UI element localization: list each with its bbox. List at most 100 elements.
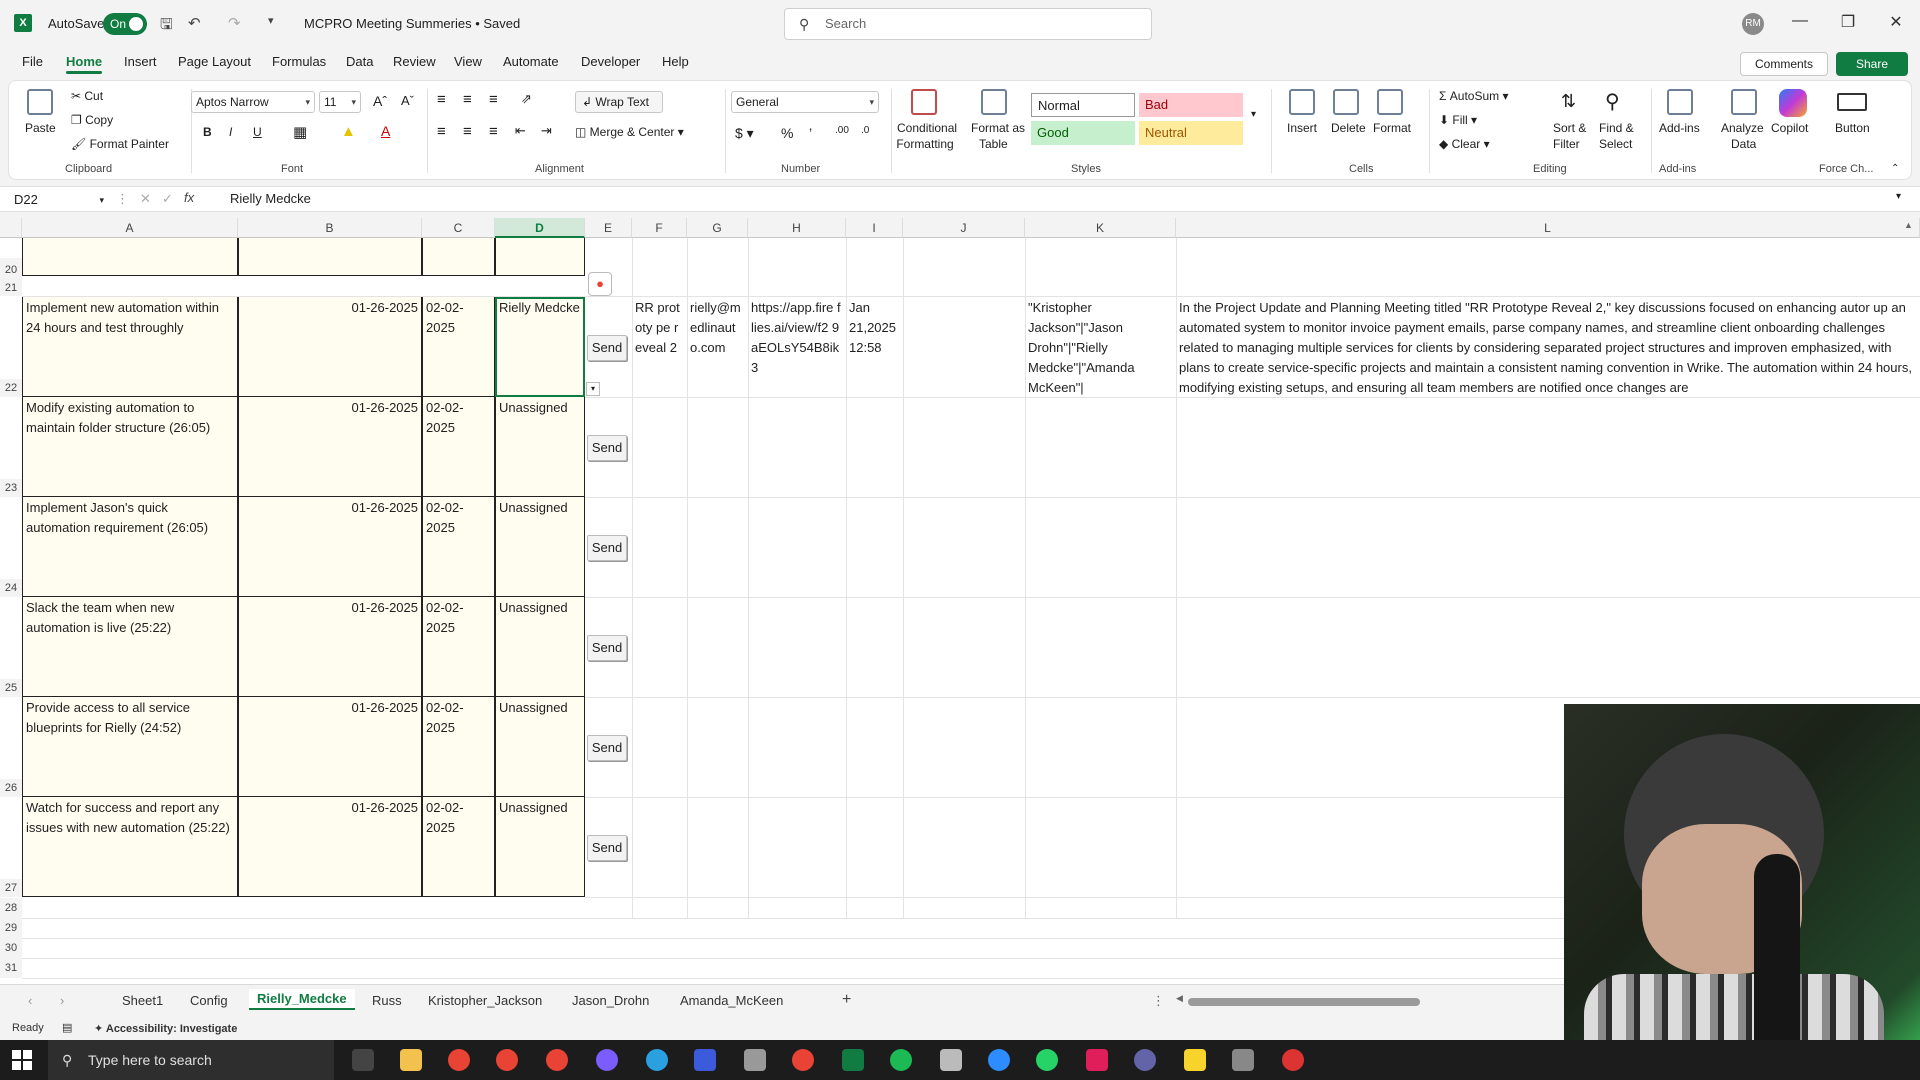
- format-cells-label[interactable]: Format: [1373, 121, 1411, 135]
- horizontal-scrollbar[interactable]: [1188, 998, 1420, 1006]
- obs-icon[interactable]: [1282, 1049, 1304, 1071]
- cell-c20[interactable]: [422, 238, 495, 276]
- find-select-label[interactable]: Find &: [1599, 121, 1634, 135]
- align-left-icon[interactable]: ≡: [437, 123, 446, 140]
- send-button[interactable]: Send: [587, 435, 627, 461]
- add-ins-icon[interactable]: [1667, 89, 1693, 115]
- number-format-select[interactable]: General ▾: [731, 91, 879, 113]
- sheet-tab-kristopher-jackson[interactable]: Kristopher_Jackson: [428, 993, 542, 1008]
- add-sheet-icon[interactable]: +: [842, 991, 851, 1009]
- task-description-cell[interactable]: Watch for success and report any issues …: [22, 797, 238, 897]
- send-button[interactable]: Send: [587, 635, 627, 661]
- grow-font-icon[interactable]: Aˆ: [373, 93, 387, 109]
- cell-d20[interactable]: [495, 238, 585, 276]
- taskbar-search[interactable]: ⚲ Type here to search: [48, 1040, 334, 1080]
- wrap-text-button[interactable]: ↲ Wrap Text: [575, 91, 663, 113]
- conditional-formatting-icon[interactable]: [911, 89, 937, 115]
- sheet-tab-amanda-mckeen[interactable]: Amanda_McKeen: [680, 993, 783, 1008]
- tab-help[interactable]: Help: [662, 54, 689, 69]
- conditional-formatting-label[interactable]: Conditional: [897, 121, 957, 135]
- whatsapp-icon[interactable]: [1036, 1049, 1058, 1071]
- align-middle-icon[interactable]: ≡: [463, 91, 472, 108]
- cell-g22[interactable]: rielly@m edlinaut o.com: [687, 297, 748, 397]
- app-icon-grey[interactable]: [1232, 1049, 1254, 1071]
- clear-button[interactable]: ◆ Clear ▾: [1439, 137, 1490, 151]
- tab-developer[interactable]: Developer: [581, 54, 640, 69]
- find-select-label-2[interactable]: Select: [1599, 137, 1632, 151]
- cell-i22[interactable]: Jan 21,2025 12:58: [846, 297, 903, 397]
- cell-h22[interactable]: https://app.fire flies.ai/view/f2 9aEOLs…: [748, 297, 846, 397]
- due-date-cell[interactable]: 02-02-2025: [422, 497, 495, 597]
- insert-cells-label[interactable]: Insert: [1287, 121, 1317, 135]
- excel-taskbar-icon[interactable]: [842, 1049, 864, 1071]
- owner-cell[interactable]: Unassigned: [495, 597, 585, 697]
- due-date-cell[interactable]: 02-02-2025: [422, 697, 495, 797]
- customize-qat-icon[interactable]: ▾: [268, 14, 274, 27]
- avatar[interactable]: RM: [1742, 13, 1764, 35]
- scroll-up-icon[interactable]: ▲: [1904, 220, 1913, 230]
- paste-icon[interactable]: [27, 89, 53, 115]
- cell-k22[interactable]: "Kristopher Jackson"|"Jason Drohn"|"Riel…: [1025, 297, 1176, 397]
- task-description-cell[interactable]: Implement Jason's quick automation requi…: [22, 497, 238, 597]
- cell-l22[interactable]: In the Project Update and Planning Meeti…: [1176, 297, 1920, 397]
- underline-icon[interactable]: U: [253, 125, 262, 139]
- cell-a20[interactable]: [22, 238, 238, 276]
- tab-view[interactable]: View: [454, 54, 482, 69]
- arc-icon[interactable]: [694, 1049, 716, 1071]
- calculator-icon[interactable]: [940, 1049, 962, 1071]
- font-size-select[interactable]: 11 ▾: [319, 91, 361, 113]
- style-neutral[interactable]: Neutral: [1139, 121, 1243, 145]
- task-view-icon[interactable]: [352, 1049, 374, 1071]
- task-description-cell[interactable]: Slack the team when new automation is li…: [22, 597, 238, 697]
- row-header-29[interactable]: 29: [0, 918, 22, 938]
- font-family-select[interactable]: Aptos Narrow ▾: [191, 91, 315, 113]
- sheet-tab-rielly-medcke[interactable]: Rielly_Medcke: [249, 989, 355, 1010]
- orientation-icon[interactable]: ⇗: [521, 91, 532, 107]
- due-date-cell[interactable]: 02-02-2025: [422, 297, 495, 397]
- delete-cells-icon[interactable]: [1333, 89, 1359, 115]
- send-button[interactable]: Send: [587, 535, 627, 561]
- tab-data[interactable]: Data: [346, 54, 373, 69]
- tab-automate[interactable]: Automate: [503, 54, 559, 69]
- copilot-icon[interactable]: [1779, 89, 1807, 117]
- autosave-toggle[interactable]: On: [103, 13, 147, 35]
- delete-cells-label[interactable]: Delete: [1331, 121, 1366, 135]
- owner-cell[interactable]: Rielly Medcke: [495, 297, 585, 397]
- spotify-icon[interactable]: [890, 1049, 912, 1071]
- sheet-tab-sheet1[interactable]: Sheet1: [122, 993, 163, 1008]
- zoom-icon[interactable]: [988, 1049, 1010, 1071]
- formula-bar-options-icon[interactable]: ⋮: [116, 191, 129, 207]
- currency-icon[interactable]: $ ▾: [735, 125, 754, 142]
- increase-decimal-icon[interactable]: .00: [835, 125, 849, 136]
- column-header-b[interactable]: B: [238, 218, 422, 238]
- due-date-cell[interactable]: 02-02-2025: [422, 597, 495, 697]
- copilot-label[interactable]: Copilot: [1771, 121, 1808, 135]
- search-box[interactable]: ⚲ Search: [784, 8, 1152, 40]
- fill-button[interactable]: ⬇ Fill ▾: [1439, 113, 1477, 127]
- due-date-cell[interactable]: 02-02-2025: [422, 397, 495, 497]
- scroll-left-icon[interactable]: ◀: [1176, 993, 1183, 1004]
- snipping-tool-icon[interactable]: [744, 1049, 766, 1071]
- decrease-decimal-icon[interactable]: .0: [861, 125, 869, 136]
- owner-dropdown-icon[interactable]: ▾: [586, 382, 600, 396]
- app-icon-purple[interactable]: [596, 1049, 618, 1071]
- sort-filter-icon[interactable]: ⇅: [1561, 91, 1576, 112]
- paste-label[interactable]: Paste: [25, 121, 56, 135]
- format-as-table-label-2[interactable]: Table: [979, 137, 1008, 151]
- align-center-icon[interactable]: ≡: [463, 123, 472, 140]
- analyze-data-label[interactable]: Analyze: [1721, 121, 1764, 135]
- row-header-20[interactable]: 20: [0, 258, 22, 282]
- close-icon[interactable]: ✕: [1886, 12, 1906, 32]
- find-select-icon[interactable]: ⚲: [1605, 89, 1620, 114]
- owner-cell[interactable]: Unassigned: [495, 697, 585, 797]
- row-header-30[interactable]: 30: [0, 938, 22, 958]
- owner-cell[interactable]: Unassigned: [495, 397, 585, 497]
- prev-sheet-icon[interactable]: ‹: [28, 993, 32, 1008]
- column-header-e[interactable]: E: [585, 218, 632, 238]
- insert-cells-icon[interactable]: [1289, 89, 1315, 115]
- confirm-edit-icon[interactable]: ✓: [162, 191, 173, 207]
- windows-start-icon[interactable]: [12, 1050, 32, 1070]
- format-cells-icon[interactable]: [1377, 89, 1403, 115]
- row-header-21[interactable]: 21: [0, 280, 22, 296]
- align-top-icon[interactable]: ≡: [437, 91, 446, 108]
